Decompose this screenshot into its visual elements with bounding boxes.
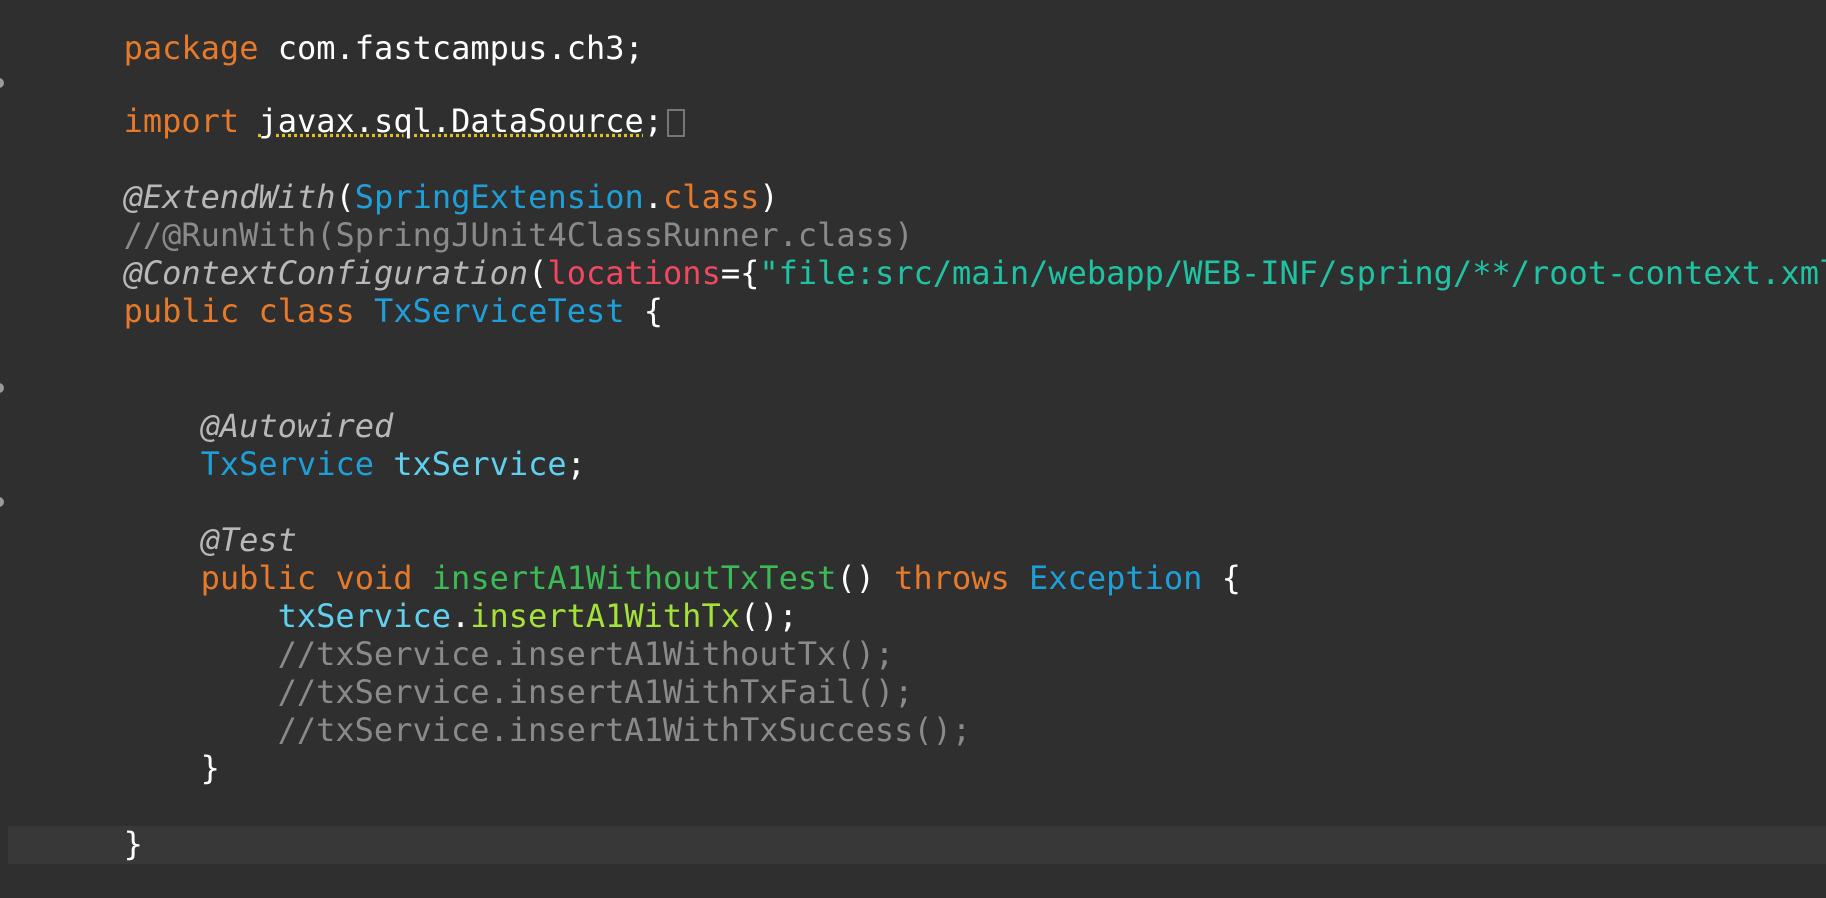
code-line-comment-2[interactable]: //txService.insertA1WithTxFail(); [0,635,1826,711]
code-line-test-annotation[interactable]: @Test [0,483,1826,559]
keyword-public-class: public class [123,292,375,330]
import-target[interactable]: javax.sql.DataSource [258,102,643,140]
code-line-class-close[interactable]: } [0,787,1826,863]
fold-marker-icon[interactable] [0,497,4,507]
import-semicolon: ; [643,102,664,140]
current-line-highlight [8,826,1826,864]
code-line-runwith-comment[interactable]: //@RunWith(SpringJUnit4ClassRunner.class… [0,178,1826,254]
semicolon: ; [566,445,586,483]
code-line-comment-3[interactable]: //txService.insertA1WithTxSuccess(); [0,673,1826,749]
code-line-method-close[interactable]: } [0,711,1826,787]
fold-marker-icon[interactable] [0,78,4,88]
keyword-import: import [123,102,240,140]
code-editor[interactable]: package com.fastcampus.ch3; import javax… [0,0,1826,898]
class-close-brace: } [123,825,143,863]
code-line-package[interactable]: package com.fastcampus.ch3; [0,0,1826,67]
code-line-method-declaration[interactable]: public void insertA1WithoutTxTest() thro… [0,521,1826,597]
package-name: com.fastcampus.ch3; [258,29,644,67]
class-open-brace: { [624,292,664,330]
type-txservice: TxService [200,445,374,483]
code-line-context-configuration[interactable]: @ContextConfiguration(locations={"file:s… [0,216,1826,292]
fold-marker-icon[interactable] [0,383,4,393]
code-line-autowired[interactable]: @Autowired [0,369,1826,445]
keyword-package: package [123,29,259,67]
code-line-comment-1[interactable]: //txService.insertA1WithoutTx(); [0,597,1826,673]
code-line-class-declaration[interactable]: public class TxServiceTest { [0,254,1826,330]
class-name: TxServiceTest [374,292,625,330]
collapsed-imports-icon[interactable] [667,109,686,137]
field-txservice: txService [393,445,567,483]
code-line-method-call[interactable]: txService.insertA1WithTx(); [0,559,1826,635]
code-line-field-declaration[interactable]: TxService txService; [0,407,1826,483]
method-close-brace: } [200,749,220,787]
code-line-import[interactable]: import javax.sql.DataSource; [0,64,1826,140]
code-line-extend-with[interactable]: @ExtendWith(SpringExtension.class) [0,140,1826,216]
